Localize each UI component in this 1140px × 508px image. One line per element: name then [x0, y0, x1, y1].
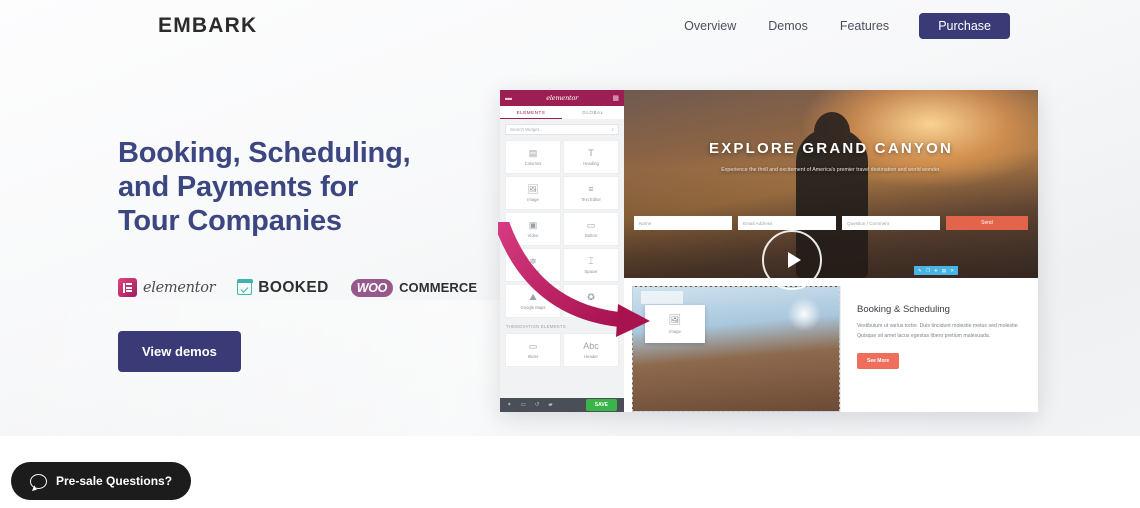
purchase-button[interactable]: Purchase — [919, 13, 1010, 39]
banner-subtitle: Experience the thrill and excitement of … — [721, 167, 941, 173]
heading-icon: T — [588, 147, 594, 158]
brand-label-elementor: elementor — [143, 279, 216, 296]
elementor-icon — [118, 278, 137, 297]
headline-line-1: Booking, Scheduling, — [118, 137, 411, 169]
site-header: EMBARK Overview Demos Features Purchase — [0, 0, 1140, 54]
brand-booked: BOOKED — [236, 278, 329, 297]
question-field[interactable]: Question / Comment — [842, 216, 940, 230]
headline-line-2: and Payments for — [118, 171, 359, 203]
image-icon: 🖼 — [527, 183, 539, 194]
contact-form: Name Email Address Question / Comment Se… — [624, 216, 1038, 230]
responsive-icon[interactable]: ▭ — [521, 402, 526, 408]
chat-label: Pre-sale Questions? — [56, 474, 173, 488]
columns-icon: ▤ — [528, 147, 538, 158]
save-button[interactable]: SAVE — [585, 399, 617, 411]
see-more-button[interactable]: See More — [857, 353, 900, 369]
woocommerce-icon: WOO — [350, 278, 394, 297]
view-demos-button[interactable]: View demos — [118, 331, 241, 372]
grid-icon[interactable]: ▦ — [612, 95, 619, 102]
banner-title: EXPLORE GRAND CANYON — [708, 140, 954, 157]
hero-content: Booking, Scheduling, and Payments for To… — [118, 136, 478, 372]
save-icon[interactable]: ▤ — [942, 268, 946, 274]
page-title: Booking, Scheduling, and Payments for To… — [118, 136, 478, 238]
search-icon: ⌕ — [611, 127, 614, 132]
calendar-icon — [236, 279, 253, 295]
history-icon[interactable]: ↺ — [535, 402, 540, 408]
chat-bubble-icon — [30, 473, 47, 489]
tab-elements[interactable]: ELEMENTS — [500, 106, 562, 119]
widget-tile-text-editor[interactable]: ≡ Text Editor — [563, 176, 619, 210]
widget-label: Text Editor — [581, 196, 601, 202]
brand-label-booked: BOOKED — [258, 278, 329, 296]
settings-icon[interactable]: ✦ — [507, 402, 512, 408]
widget-label: Image — [527, 196, 539, 202]
main-nav: Overview Demos Features Purchase — [668, 13, 1010, 39]
site-logo[interactable]: EMBARK — [158, 14, 257, 38]
content-title: Booking & Scheduling — [857, 304, 950, 315]
hero-banner: EXPLORE GRAND CANYON Experience the thri… — [624, 90, 1038, 278]
text-editor-icon: ≡ — [588, 183, 594, 194]
content-body: Vestibulum ut varius tortor. Duis tincid… — [857, 323, 1020, 339]
panel-footer: ✦ ▭ ↺ ▰ SAVE — [500, 398, 624, 412]
play-icon[interactable] — [762, 230, 822, 290]
preview-icon[interactable]: ▰ — [548, 402, 552, 408]
email-field[interactable]: Email Address — [738, 216, 836, 230]
duplicate-icon[interactable]: ❐ — [926, 268, 930, 274]
headline-line-3: Tour Companies — [118, 205, 342, 237]
edit-icon[interactable]: ✎ — [918, 268, 922, 274]
widget-label: Columns — [524, 160, 542, 166]
panel-tabs: ELEMENTS GLOBAL — [500, 106, 624, 119]
widget-label: Heading — [583, 160, 599, 166]
close-icon[interactable]: ✕ — [950, 268, 954, 274]
nav-item-features[interactable]: Features — [824, 13, 905, 39]
send-button[interactable]: Send — [946, 216, 1028, 230]
tab-global[interactable]: GLOBAL — [562, 106, 624, 119]
presale-chat-widget[interactable]: Pre-sale Questions? — [11, 462, 192, 500]
widget-tile-image[interactable]: 🖼 Image — [505, 176, 561, 210]
drag-arrow-annotation — [498, 222, 650, 337]
widget-tile-heading[interactable]: T Heading — [563, 140, 619, 174]
elementor-logo: elementor — [546, 94, 579, 102]
widget-label: Slider — [527, 353, 539, 359]
widget-tile-columns[interactable]: ▤ Columns — [505, 140, 561, 174]
brand-label-woocommerce: COMMERCE — [399, 280, 478, 295]
brand-logos: elementor BOOKED WOO COMMERCE — [118, 278, 478, 297]
search-placeholder: Search Widget... — [510, 127, 543, 132]
content-section: 🖼 Image Booking & Scheduling Vestibulum … — [624, 278, 1038, 412]
content-copy: Booking & Scheduling Vestibulum ut variu… — [840, 286, 1038, 412]
widget-label: Header — [584, 353, 598, 359]
widget-search-input[interactable]: Search Widget... ⌕ — [505, 124, 619, 135]
nav-item-demos[interactable]: Demos — [752, 13, 824, 39]
section-toolbar: ✎ ❐ ✛ ▤ ✕ — [914, 266, 959, 275]
editor-canvas: EXPLORE GRAND CANYON Experience the thri… — [624, 90, 1038, 412]
add-icon[interactable]: ✛ — [934, 268, 938, 274]
brand-woocommerce: WOO COMMERCE — [350, 278, 478, 297]
panel-header: ▬ elementor ▦ — [500, 90, 624, 106]
brand-elementor: elementor — [118, 278, 216, 297]
hamburger-icon[interactable]: ▬ — [505, 95, 512, 102]
nav-item-overview[interactable]: Overview — [668, 13, 752, 39]
